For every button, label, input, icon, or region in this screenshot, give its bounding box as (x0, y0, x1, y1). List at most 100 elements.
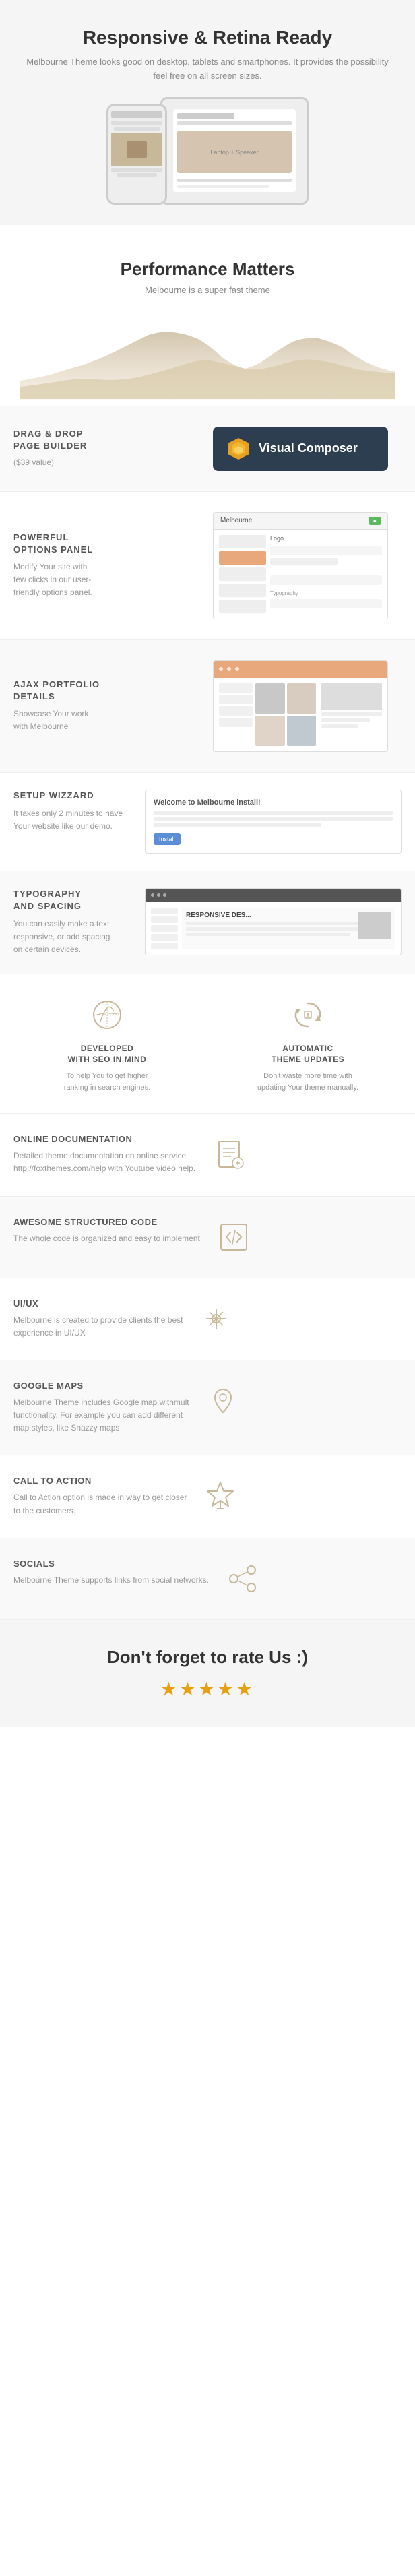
options-panel-title: POWERFUL OPTIONS PANEL (13, 532, 199, 556)
setup-line-2 (154, 817, 393, 821)
setup-install-btn[interactable]: Install (154, 833, 181, 845)
portfolio-sidebar (219, 683, 253, 746)
docs-icon (209, 1134, 249, 1174)
typography-title: TYPOGRAPHY AND SPACING (13, 888, 135, 912)
code-title: AWESOME STRUCTURED CODE (13, 1217, 200, 1227)
portfolio-body (214, 678, 387, 751)
portfolio-nav-2 (219, 695, 253, 704)
typo-header (146, 889, 401, 902)
performance-title: Performance Matters (20, 259, 395, 280)
docs-desc: Detailed theme documentation on online s… (13, 1150, 195, 1175)
portfolio-thumb-3 (255, 716, 285, 746)
docs-svg (212, 1137, 246, 1171)
options-panel-desc: Modify Your site with few clicks in our … (13, 561, 199, 600)
seo-desc: To help You to get higher ranking in sea… (13, 1071, 201, 1093)
portfolio-header (214, 661, 387, 678)
updates-desc: Don't waste more time with updating Your… (214, 1071, 402, 1093)
options-panel-image: Melbourne ● Logo Typogr (213, 512, 402, 619)
cta-svg (203, 1479, 237, 1513)
maps-title: GOOGLE MAPS (13, 1381, 189, 1391)
socials-desc: Melbourne Theme supports links from soci… (13, 1574, 209, 1587)
options-sidebar (219, 535, 266, 613)
performance-section: Performance Matters Melbourne is a super… (0, 225, 415, 406)
options-panel-section: POWERFUL OPTIONS PANEL Modify Your site … (0, 492, 415, 640)
code-icon (214, 1217, 254, 1257)
maps-icon (203, 1381, 243, 1421)
cta-icon (200, 1476, 241, 1516)
drag-drop-badge: ($39 value) (13, 456, 199, 469)
typo-nav-1 (151, 908, 178, 914)
socials-title: SOCIALS (13, 1559, 209, 1569)
code-svg (217, 1220, 251, 1254)
typo-content-inner: RESPONSIVE DES... (186, 912, 391, 939)
responsive-section: Responsive & Retina Ready Melbourne Them… (0, 0, 415, 225)
maps-svg (206, 1384, 240, 1418)
uiux-title: UI/UX (13, 1298, 183, 1309)
portfolio-thumb-1 (255, 683, 285, 714)
code-text: AWESOME STRUCTURED CODE The whole code i… (13, 1217, 200, 1245)
portfolio-thumb-4 (287, 716, 317, 746)
code-desc: The whole code is organized and easy to … (13, 1232, 200, 1245)
tablet-device: Laptop + Speaker (160, 97, 309, 205)
setup-line-1 (154, 811, 393, 815)
typography-mock: RESPONSIVE DES... (145, 888, 402, 955)
updates-item: AUTOMATIC THEME UPDATES Don't waste more… (214, 995, 402, 1094)
options-menu-3 (219, 567, 266, 581)
portfolio-mock (213, 660, 388, 752)
options-panel-mock: Melbourne ● Logo Typogr (213, 512, 388, 619)
performance-chart (20, 322, 395, 403)
portfolio-grid (255, 683, 316, 746)
typo-nav-3 (151, 925, 178, 932)
portfolio-detail (319, 683, 382, 746)
maps-desc: Melbourne Theme includes Google map with… (13, 1396, 189, 1435)
docs-title: ONLINE DOCUMENTATION (13, 1134, 195, 1144)
footer: Don't forget to rate Us :) ★★★★★ (0, 1620, 415, 1727)
portfolio-dot-3 (235, 667, 239, 671)
footer-stars: ★★★★★ (13, 1678, 402, 1700)
updates-icon (288, 995, 328, 1035)
responsive-description: Melbourne Theme looks good on desktop, t… (20, 55, 395, 84)
uiux-text: UI/UX Melbourne is created to provide cl… (13, 1298, 183, 1340)
phone-device (106, 104, 167, 205)
seo-item: DEVELOPED WITH SEO IN MIND To help You t… (13, 995, 201, 1094)
uiux-icon (196, 1298, 236, 1339)
typo-content: RESPONSIVE DES... (182, 908, 395, 949)
docs-section: ONLINE DOCUMENTATION Detailed theme docu… (0, 1114, 415, 1196)
portfolio-thumb-2 (287, 683, 317, 714)
socials-icon (222, 1559, 263, 1599)
options-menu-5 (219, 600, 266, 613)
uiux-desc: Melbourne is created to provide clients … (13, 1314, 183, 1340)
updates-svg (291, 998, 325, 1032)
options-field-1 (270, 546, 382, 555)
typo-nav-2 (151, 916, 178, 923)
portfolio-title: AJAX PORTFOLIO DETAILS (13, 679, 199, 703)
socials-section: SOCIALS Melbourne Theme supports links f… (0, 1538, 415, 1620)
typo-line-3 (186, 933, 350, 936)
portfolio-image (213, 660, 402, 752)
phone-screen (108, 106, 165, 203)
typo-dot-2 (157, 893, 160, 897)
setup-mock-title: Welcome to Melbourne install! (154, 798, 393, 807)
portfolio-dot-2 (227, 667, 231, 671)
setup-mock: Welcome to Melbourne install! Install (145, 790, 402, 854)
responsive-title: Responsive & Retina Ready (20, 27, 395, 49)
options-field-4 (270, 599, 382, 608)
typography-text: TYPOGRAPHY AND SPACING You can easily ma… (13, 888, 135, 957)
options-body: Logo Typography (214, 530, 387, 619)
setup-text: SETUP WIZZARD It takes only 2 minutes to… (13, 790, 135, 834)
seo-icon (87, 995, 127, 1035)
portfolio-desc: Showcase Your work with Melbourne (13, 708, 199, 733)
typography-desc: You can easily make a text responsive, o… (13, 918, 135, 957)
setup-mock-lines (154, 811, 393, 827)
options-field-3 (270, 575, 382, 585)
typography-section: TYPOGRAPHY AND SPACING You can easily ma… (0, 871, 415, 974)
updates-title: AUTOMATIC THEME UPDATES (214, 1043, 402, 1066)
typo-sidebar (151, 908, 178, 949)
devices-container: Laptop + Speaker (20, 97, 395, 205)
portfolio-nav-3 (219, 706, 253, 716)
cta-title: CALL TO ACTION (13, 1476, 187, 1486)
setup-line-3 (154, 823, 321, 827)
portfolio-section: AJAX PORTFOLIO DETAILS Showcase Your wor… (0, 640, 415, 773)
typo-dot-3 (163, 893, 166, 897)
options-header: Melbourne ● (214, 513, 387, 530)
